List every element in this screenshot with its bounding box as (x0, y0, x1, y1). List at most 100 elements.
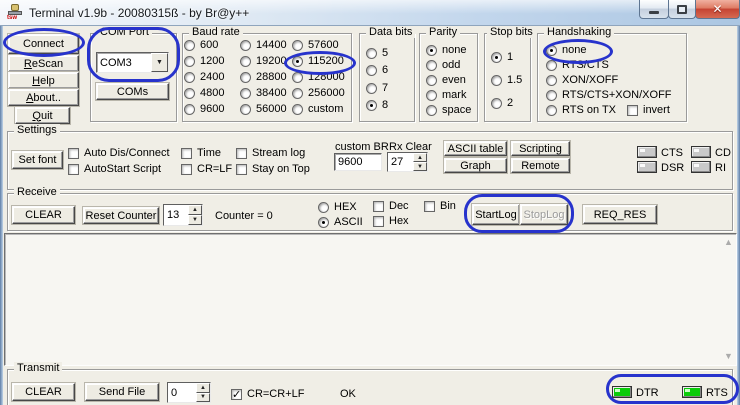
parity-even-radio[interactable]: even (426, 73, 466, 87)
spin-down-icon[interactable]: ▼ (413, 162, 427, 171)
handshake-rtscts-radio[interactable]: RTS/CTS (546, 58, 609, 72)
counter-spinner[interactable]: 13 ▲▼ (163, 204, 203, 226)
parity-none-radio[interactable]: none (426, 43, 466, 57)
dtr-led[interactable] (612, 386, 632, 398)
baud-14400-radio[interactable]: 14400 (240, 38, 287, 52)
stopbits-1-5-radio[interactable]: 1.5 (491, 73, 522, 87)
auto-disconnect-checkbox[interactable]: Auto Dis/Connect (68, 146, 170, 160)
baud-115200-radio[interactable]: 115200 (292, 54, 344, 68)
baud-38400-radio[interactable]: 38400 (240, 86, 287, 100)
baud-128000-radio[interactable]: 128000 (292, 70, 345, 84)
radio-icon (240, 40, 251, 51)
cr-crlf-checkbox[interactable]: CR=CR+LF (231, 387, 304, 401)
req-res-button[interactable]: REQ_RES (583, 205, 657, 224)
spin-up-icon[interactable]: ▲ (188, 205, 202, 215)
radio-icon (240, 56, 251, 67)
remote-button[interactable]: Remote (511, 158, 570, 173)
baud-9600-radio[interactable]: 9600 (184, 102, 224, 116)
start-log-button[interactable]: StartLog (472, 204, 520, 225)
baud-custom-radio[interactable]: custom (292, 102, 343, 116)
checkbox-label: CR=LF (197, 163, 232, 175)
transmit-clear-button[interactable]: CLEAR (12, 383, 75, 401)
autostart-script-checkbox[interactable]: AutoStart Script (68, 162, 161, 176)
databits-7-radio[interactable]: 7 (366, 81, 388, 95)
databits-6-radio[interactable]: 6 (366, 63, 388, 77)
stopbits-1-radio[interactable]: 1 (491, 50, 513, 64)
graph-button[interactable]: Graph (444, 158, 507, 173)
time-checkbox[interactable]: Time (181, 146, 221, 160)
send-file-button[interactable]: Send File (85, 383, 159, 401)
spin-up-icon[interactable]: ▲ (196, 383, 210, 393)
com-port-select[interactable]: COM3 ▼ (96, 52, 169, 73)
baud-4800-radio[interactable]: 4800 (184, 86, 224, 100)
checkbox-label: Hex (389, 215, 409, 227)
close-button[interactable]: ✕ (695, 0, 740, 19)
scripting-button[interactable]: Scripting (511, 141, 570, 156)
quit-button[interactable]: Quit (15, 107, 70, 124)
handshake-rtsontx-radio[interactable]: RTS on TX (546, 103, 616, 117)
minimize-button[interactable] (639, 0, 669, 19)
scroll-up-icon[interactable]: ▲ (724, 238, 733, 247)
radio-icon (366, 65, 377, 76)
radio-icon (426, 105, 437, 116)
title-bar[interactable]: tsw Terminal v1.9b - 20080315ß - by Br@y… (0, 0, 740, 26)
rts-label: RTS (706, 387, 728, 399)
stream-log-checkbox[interactable]: Stream log (236, 146, 305, 160)
window-controls: ✕ (640, 0, 740, 19)
radio-icon (292, 72, 303, 83)
reset-counter-button[interactable]: Reset Counter (83, 207, 159, 224)
custom-br-input[interactable]: 9600 (334, 153, 382, 171)
stop-log-button[interactable]: StopLog (520, 204, 568, 225)
baud-19200-radio[interactable]: 19200 (240, 54, 287, 68)
databits-8-radio[interactable]: 8 (366, 98, 388, 112)
baud-28800-radio[interactable]: 28800 (240, 70, 287, 84)
spinner-arrows: ▲▼ (188, 205, 202, 225)
handshake-none-radio[interactable]: none (546, 43, 586, 57)
spin-down-icon[interactable]: ▼ (188, 215, 202, 225)
databits-5-radio[interactable]: 5 (366, 46, 388, 60)
receive-terminal-output[interactable] (4, 233, 737, 366)
help-button[interactable]: Help (8, 72, 79, 89)
baud-2400-radio[interactable]: 2400 (184, 70, 224, 84)
checkbox-icon (236, 164, 247, 175)
about-button[interactable]: About.. (8, 89, 79, 106)
baud-256000-radio[interactable]: 256000 (292, 86, 345, 100)
cr-lf-checkbox[interactable]: CR=LF (181, 162, 232, 176)
parity-space-radio[interactable]: space (426, 103, 471, 117)
spin-down-icon[interactable]: ▼ (196, 393, 210, 403)
baud-56000-radio[interactable]: 56000 (240, 102, 287, 116)
parity-odd-radio[interactable]: odd (426, 58, 460, 72)
ascii-table-button[interactable]: ASCII table (444, 141, 507, 156)
cts-label: CTS (661, 147, 683, 159)
receive-clear-button[interactable]: CLEAR (12, 206, 75, 224)
parity-group-label: Parity (426, 26, 460, 38)
invert-checkbox[interactable]: invert (627, 103, 670, 117)
rescan-button[interactable]: ReScan (8, 55, 79, 72)
radio-label: HEX (334, 201, 357, 213)
view-ascii-radio[interactable]: ASCII (318, 215, 363, 229)
radio-label: 2 (507, 97, 513, 109)
rx-clear-spinner[interactable]: 27 ▲▼ (387, 152, 428, 172)
radio-icon (292, 88, 303, 99)
transmit-spinner[interactable]: 0 ▲▼ (167, 382, 211, 403)
dec-checkbox[interactable]: Dec (373, 199, 409, 213)
set-font-button[interactable]: Set font (12, 151, 63, 169)
stay-on-top-checkbox[interactable]: Stay on Top (236, 162, 310, 176)
hex-checkbox[interactable]: Hex (373, 214, 409, 228)
coms-button[interactable]: COMs (96, 83, 169, 100)
bin-checkbox[interactable]: Bin (424, 199, 456, 213)
maximize-button[interactable] (668, 0, 696, 19)
baud-1200-radio[interactable]: 1200 (184, 54, 224, 68)
parity-mark-radio[interactable]: mark (426, 88, 466, 102)
rts-led[interactable] (682, 386, 702, 398)
baud-600-radio[interactable]: 600 (184, 38, 218, 52)
view-hex-radio[interactable]: HEX (318, 200, 357, 214)
stopbits-2-radio[interactable]: 2 (491, 96, 513, 110)
spin-up-icon[interactable]: ▲ (413, 153, 427, 162)
handshake-both-radio[interactable]: RTS/CTS+XON/XOFF (546, 88, 672, 102)
baud-57600-radio[interactable]: 57600 (292, 38, 339, 52)
handshake-xonxoff-radio[interactable]: XON/XOFF (546, 73, 618, 87)
scroll-down-icon[interactable]: ▼ (724, 352, 733, 361)
chevron-down-icon[interactable]: ▼ (151, 53, 168, 72)
connect-button[interactable]: Connect (8, 34, 79, 54)
